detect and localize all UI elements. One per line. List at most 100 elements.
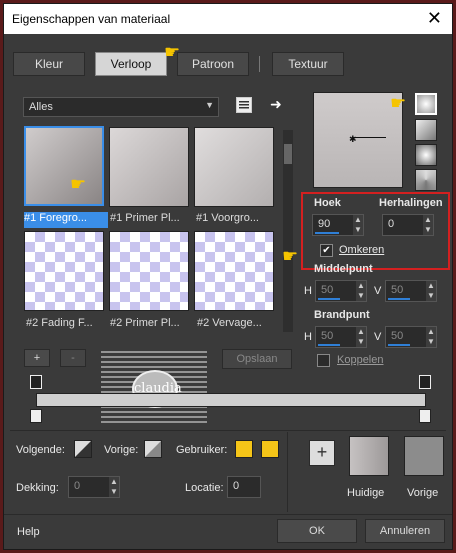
- add-color-button[interactable]: +: [309, 440, 335, 466]
- color-stop-marker[interactable]: [30, 375, 42, 389]
- scrollbar-thumb[interactable]: [284, 144, 292, 164]
- invert-label: Omkeren: [339, 244, 385, 256]
- center-h-stepper[interactable]: 50 ▲ ▼: [315, 280, 367, 302]
- gradient-caption: #2 Fading F...: [26, 317, 93, 329]
- center-h-label: H: [304, 285, 312, 297]
- hand-pointer-icon: ☛: [282, 246, 299, 266]
- previous-material-swatch[interactable]: [404, 436, 444, 476]
- gradient-caption: #1 Foregro...: [24, 212, 108, 228]
- save-button[interactable]: Opslaan: [222, 349, 292, 369]
- chevron-down-icon[interactable]: ▲ ▼: [423, 215, 433, 235]
- opacity-stop-marker[interactable]: [30, 409, 42, 423]
- hand-pointer-icon: ☛: [164, 42, 181, 62]
- dialog-window: Eigenschappen van materiaal ✕ Kleur Verl…: [3, 3, 453, 550]
- repeats-label: Herhalingen: [379, 197, 443, 209]
- repeats-stepper[interactable]: 0 ▲ ▼: [382, 214, 434, 236]
- hand-pointer-icon: ☛: [390, 93, 407, 113]
- location-value: 0: [233, 480, 240, 492]
- tab-kleur[interactable]: Kleur: [13, 52, 85, 76]
- category-select[interactable]: Alles ▼: [23, 97, 219, 117]
- tab-separator: [259, 56, 260, 72]
- hand-pointer-icon: ☛: [70, 174, 87, 194]
- tab-patroon[interactable]: Patroon: [177, 52, 249, 76]
- chevron-down-icon: ▼: [205, 100, 214, 110]
- category-select-value: Alles: [29, 101, 53, 113]
- previous-label: Vorige:: [104, 444, 139, 456]
- current-label: Huidige: [347, 487, 385, 499]
- invert-checkbox[interactable]: ✔: [320, 244, 333, 257]
- current-material-swatch[interactable]: [349, 436, 389, 476]
- add-gradient-button[interactable]: +: [24, 349, 50, 367]
- help-link[interactable]: Help: [17, 526, 40, 538]
- user-color-swatch[interactable]: [235, 440, 253, 458]
- next-color-swatch[interactable]: [74, 440, 92, 458]
- section-divider: [10, 430, 446, 431]
- user-color-swatch[interactable]: [261, 440, 279, 458]
- center-label: Middelpunt: [314, 263, 373, 275]
- angle-line: [352, 137, 386, 138]
- center-h-value: 50: [321, 284, 334, 296]
- focal-h-value: 50: [321, 330, 334, 342]
- chevron-down-icon[interactable]: ▲ ▼: [109, 477, 119, 497]
- center-v-stepper[interactable]: 50 ▲ ▼: [385, 280, 437, 302]
- opacity-stop-marker[interactable]: [419, 409, 431, 423]
- chevron-down-icon[interactable]: ▲ ▼: [353, 215, 363, 235]
- gradient-caption: #1 Voorgro...: [196, 212, 259, 224]
- center-h-level-bar: [318, 298, 340, 300]
- remove-gradient-button[interactable]: -: [60, 349, 86, 367]
- gradient-caption: #1 Primer Pl...: [110, 212, 180, 224]
- tab-verloop[interactable]: Verloop: [95, 52, 167, 76]
- focal-h-stepper[interactable]: 50 ▲ ▼: [315, 326, 367, 348]
- gradient-caption: #2 Vervage...: [197, 317, 262, 329]
- chevron-down-icon[interactable]: ▲ ▼: [356, 281, 366, 301]
- opacity-value: 0: [74, 480, 81, 492]
- location-label: Locatie:: [185, 482, 224, 494]
- chevron-down-icon[interactable]: ▲ ▼: [426, 281, 436, 301]
- color-stop-marker[interactable]: [419, 375, 431, 389]
- previous-swatch-label: Vorige: [407, 487, 439, 499]
- link-checkbox[interactable]: [317, 354, 330, 367]
- previous-color-swatch[interactable]: [144, 440, 162, 458]
- close-icon[interactable]: ✕: [427, 8, 442, 29]
- style-linear-icon[interactable]: [415, 93, 437, 115]
- gradient-thumb-3[interactable]: [194, 127, 274, 207]
- style-rectangular-icon[interactable]: [415, 119, 437, 141]
- chevron-down-icon[interactable]: ▲ ▼: [356, 327, 366, 347]
- chevron-down-icon[interactable]: ▲ ▼: [426, 327, 436, 347]
- focal-v-stepper[interactable]: 50 ▲ ▼: [385, 326, 437, 348]
- gradient-thumb-6[interactable]: [194, 231, 274, 311]
- repeats-value: 0: [388, 218, 395, 230]
- gradient-editor-bar[interactable]: [36, 393, 426, 407]
- user-label: Gebruiker:: [176, 444, 228, 456]
- angle-value: 90: [318, 218, 331, 230]
- location-field[interactable]: 0: [227, 476, 261, 498]
- center-v-label: V: [374, 285, 382, 297]
- gradient-thumb-2[interactable]: [109, 127, 189, 207]
- opacity-label: Dekking:: [16, 482, 59, 494]
- focal-v-label: V: [374, 331, 382, 343]
- gradient-thumb-1[interactable]: [24, 126, 104, 206]
- focal-h-label: H: [304, 331, 312, 343]
- title-bar: Eigenschappen van materiaal ✕: [4, 4, 452, 34]
- angle-label: Hoek: [314, 197, 341, 209]
- style-radial-icon[interactable]: [415, 144, 437, 166]
- style-sunburst-icon[interactable]: [415, 169, 437, 191]
- center-v-value: 50: [391, 284, 404, 296]
- focal-v-value: 50: [391, 330, 404, 342]
- thumbnail-scrollbar[interactable]: [283, 130, 293, 332]
- link-label: Koppelen: [337, 354, 384, 366]
- cancel-button[interactable]: Annuleren: [365, 519, 445, 543]
- menu-icon[interactable]: [236, 97, 252, 113]
- opacity-stepper[interactable]: 0 ▲ ▼: [68, 476, 120, 498]
- ok-button[interactable]: OK: [277, 519, 357, 543]
- focal-h-level-bar: [318, 344, 340, 346]
- arrow-right-icon[interactable]: ➜: [270, 96, 282, 113]
- checkmark-icon: ✔: [322, 245, 331, 256]
- center-v-level-bar: [388, 298, 410, 300]
- gradient-thumb-5[interactable]: [109, 231, 189, 311]
- next-label: Volgende:: [16, 444, 65, 456]
- angle-stepper[interactable]: 90 ▲ ▼: [312, 214, 364, 236]
- gradient-caption: #2 Primer Pl...: [110, 317, 180, 329]
- gradient-thumb-4[interactable]: [24, 231, 104, 311]
- tab-textuur[interactable]: Textuur: [272, 52, 344, 76]
